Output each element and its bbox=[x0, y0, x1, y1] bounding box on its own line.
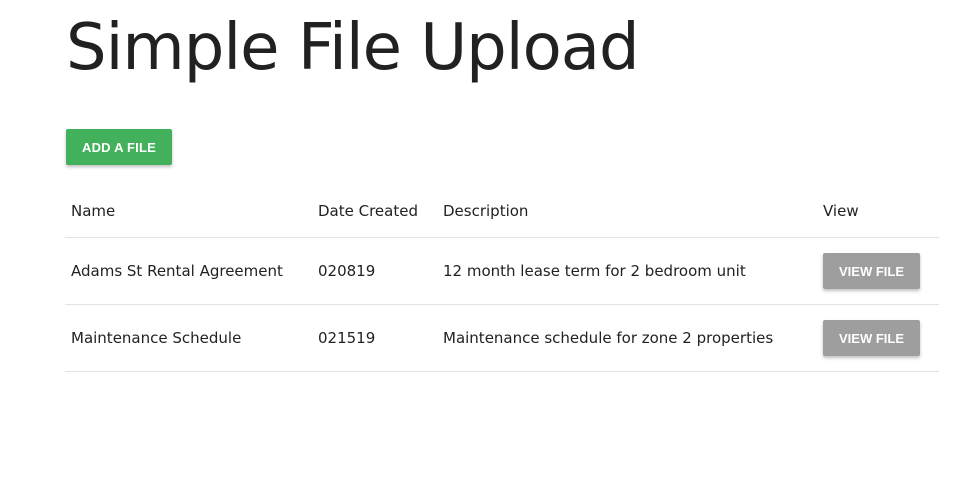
page: Simple File Upload ADD A FILE Name Date … bbox=[0, 0, 960, 500]
table-row: Maintenance Schedule 021519 Maintenance … bbox=[65, 304, 939, 372]
file-name-cell: Adams St Rental Agreement bbox=[65, 237, 312, 305]
column-header-description: Description bbox=[437, 185, 817, 238]
description-cell: 12 month lease term for 2 bedroom unit bbox=[437, 237, 817, 305]
date-created-cell: 021519 bbox=[312, 304, 437, 372]
view-cell: VIEW FILE bbox=[817, 304, 939, 372]
view-cell: VIEW FILE bbox=[817, 237, 939, 305]
view-file-button[interactable]: VIEW FILE bbox=[823, 320, 920, 356]
add-file-button[interactable]: ADD A FILE bbox=[66, 129, 172, 165]
file-name-cell: Maintenance Schedule bbox=[65, 304, 312, 372]
table-row: Adams St Rental Agreement 020819 12 mont… bbox=[65, 237, 939, 305]
date-created-cell: 020819 bbox=[312, 237, 437, 305]
description-cell: Maintenance schedule for zone 2 properti… bbox=[437, 304, 817, 372]
page-title: Simple File Upload bbox=[66, 11, 640, 85]
files-table: Name Date Created Description View Adams… bbox=[65, 185, 939, 372]
column-header-view: View bbox=[817, 185, 939, 238]
table-header-row: Name Date Created Description View bbox=[65, 185, 939, 238]
column-header-name: Name bbox=[65, 185, 312, 238]
view-file-button[interactable]: VIEW FILE bbox=[823, 253, 920, 289]
column-header-date-created: Date Created bbox=[312, 185, 437, 238]
